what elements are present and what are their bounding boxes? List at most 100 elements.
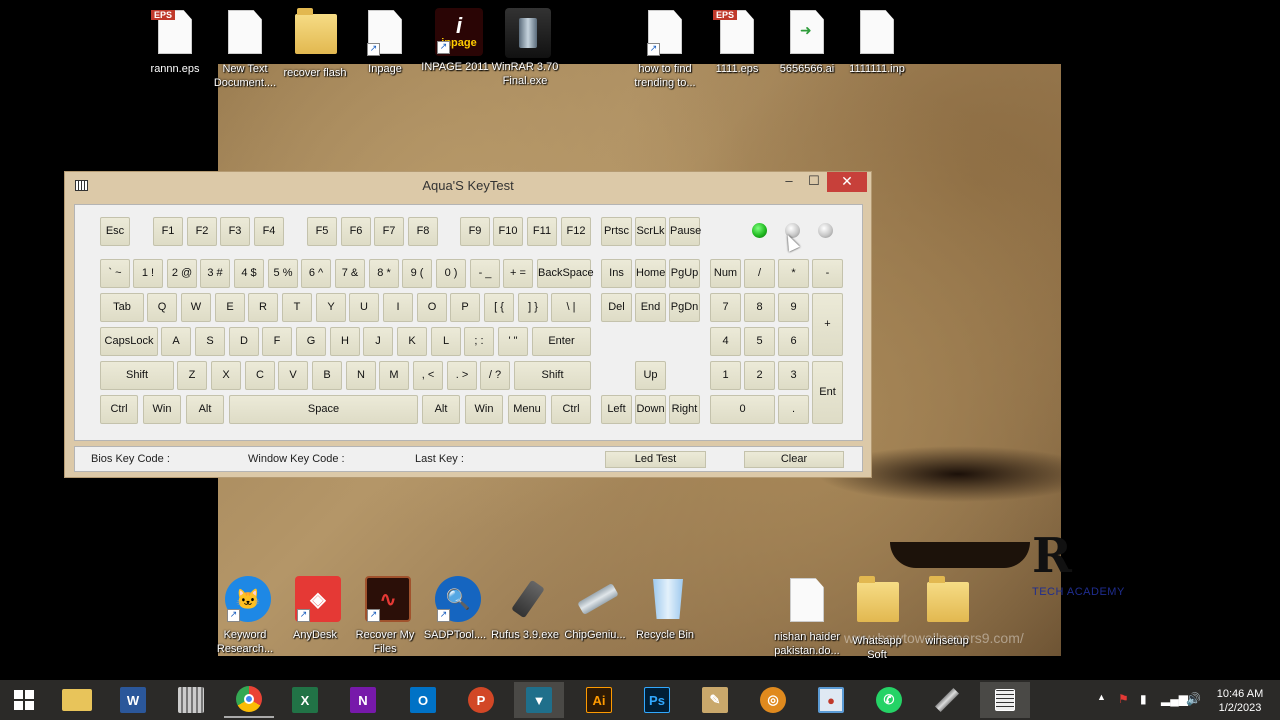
key-f9[interactable]: F9 [460,217,490,246]
key-numpad-minus[interactable]: - [812,259,843,288]
key-f4[interactable]: F4 [254,217,284,246]
key-o[interactable]: O [417,293,447,322]
key-numpad-enter[interactable]: Ent [812,361,843,424]
taskbar-powerpoint[interactable]: P [456,682,506,718]
key-k[interactable]: K [397,327,427,356]
taskbar-outlook[interactable]: O [398,682,448,718]
taskbar-keyboard-app[interactable] [166,682,216,718]
close-button[interactable]: ✕ [827,172,867,192]
key-enter[interactable]: Enter [532,327,591,356]
key-numlock[interactable]: Num [710,259,741,288]
taskbar-excel[interactable]: X [280,682,330,718]
key-z[interactable]: Z [177,361,207,390]
key-numpad-6[interactable]: 6 [778,327,809,356]
key-numpad-plus[interactable]: + [812,293,843,356]
desktop-icon-inpage[interactable]: ↗ Inpage [349,8,421,76]
key-grave[interactable]: ` ~ [100,259,130,288]
key-right-ctrl[interactable]: Ctrl [551,395,591,424]
key-capslock[interactable]: CapsLock [100,327,158,356]
key-2[interactable]: 2 @ [167,259,197,288]
key-n[interactable]: N [346,361,376,390]
key-f10[interactable]: F10 [493,217,523,246]
key-5[interactable]: 5 % [268,259,298,288]
key-period[interactable]: . > [447,361,477,390]
key-equal[interactable]: + = [503,259,533,288]
key-numpad-2[interactable]: 2 [744,361,775,390]
clear-button[interactable]: Clear [744,451,844,468]
key-ins[interactable]: Ins [601,259,632,288]
key-del[interactable]: Del [601,293,632,322]
desktop-icon-inpage-2011[interactable]: i inpage ↗ INPAGE 2011 [419,8,491,74]
taskbar-burner[interactable]: ◎ [748,682,798,718]
taskbar-usb-tool[interactable] [922,682,972,718]
key-numpad-4[interactable]: 4 [710,327,741,356]
minimize-button[interactable]: – [778,172,800,192]
key-s[interactable]: S [195,327,225,356]
key-right-shift[interactable]: Shift [514,361,591,390]
key-l[interactable]: L [431,327,461,356]
show-hidden-icons-button[interactable]: ▲ [1097,692,1106,702]
key-comma[interactable]: , < [413,361,443,390]
desktop-icon-how-to-find-trending[interactable]: ↗ how to find trending to... [629,8,701,90]
desktop-icon-new-text-document[interactable]: New Text Document.... [209,8,281,90]
key-left-alt[interactable]: Alt [186,395,224,424]
key-minus[interactable]: - _ [470,259,500,288]
key-f8[interactable]: F8 [408,217,438,246]
key-f7[interactable]: F7 [374,217,404,246]
key-g[interactable]: G [296,327,326,356]
network-icon[interactable]: ▂▄▆ [1161,692,1188,706]
key-4[interactable]: 4 $ [234,259,264,288]
key-f1[interactable]: F1 [153,217,183,246]
key-numpad-9[interactable]: 9 [778,293,809,322]
notification-flag-icon[interactable]: ⚑ [1118,692,1129,706]
desktop-icon-rannn-eps[interactable]: EPS rannn.eps [139,8,211,76]
key-space[interactable]: Space [229,395,418,424]
key-f6[interactable]: F6 [341,217,371,246]
key-7[interactable]: 7 & [335,259,365,288]
key-backslash[interactable]: \ | [551,293,591,322]
key-3[interactable]: 3 # [200,259,230,288]
taskbar-chrome[interactable] [224,682,274,718]
key-t[interactable]: T [282,293,312,322]
key-quote[interactable]: ' " [498,327,528,356]
key-arrow-left[interactable]: Left [601,395,632,424]
key-8[interactable]: 8 * [369,259,399,288]
key-numpad-multiply[interactable]: * [778,259,809,288]
key-scrlk[interactable]: ScrLk [635,217,666,246]
key-pgup[interactable]: PgUp [669,259,700,288]
key-menu[interactable]: Menu [508,395,546,424]
key-q[interactable]: Q [147,293,177,322]
key-numpad-0[interactable]: 0 [710,395,775,424]
taskbar-word[interactable]: W [108,682,158,718]
key-right-win[interactable]: Win [465,395,503,424]
volume-icon[interactable]: 🔊 [1186,692,1201,706]
key-pause[interactable]: Pause [669,217,701,246]
battery-icon[interactable]: ▮ [1140,692,1147,706]
taskbar-illustrator[interactable]: Ai [574,682,624,718]
maximize-button[interactable]: ☐ [803,172,825,192]
key-tab[interactable]: Tab [100,293,144,322]
key-semicolon[interactable]: ; : [464,327,494,356]
key-left-win[interactable]: Win [143,395,181,424]
key-arrow-right[interactable]: Right [669,395,700,424]
key-w[interactable]: W [181,293,211,322]
desktop-icon-recover-my-files[interactable]: ∿ ↗ Recover My Files [349,576,421,656]
desktop-icon-nishan-haider-doc[interactable]: nishan haider pakistan.do... [771,576,843,658]
key-right-alt[interactable]: Alt [422,395,460,424]
key-numpad-8[interactable]: 8 [744,293,775,322]
key-u[interactable]: U [349,293,379,322]
title-bar[interactable]: Aqua'S KeyTest – ☐ ✕ [65,172,871,200]
key-1[interactable]: 1 ! [133,259,163,288]
key-f[interactable]: F [262,327,292,356]
key-prtsc[interactable]: Prtsc [601,217,632,246]
key-left-bracket[interactable]: [ { [484,293,514,322]
key-e[interactable]: E [215,293,245,322]
taskbar-keytest[interactable] [980,682,1030,718]
key-right-bracket[interactable]: ] } [518,293,548,322]
key-left-shift[interactable]: Shift [100,361,174,390]
key-f11[interactable]: F11 [527,217,557,246]
key-arrow-down[interactable]: Down [635,395,666,424]
desktop-icon-sadptool[interactable]: 🔍 ↗ SADPTool.... [419,576,491,642]
taskbar-installer[interactable]: ✎ [690,682,740,718]
key-left-ctrl[interactable]: Ctrl [100,395,138,424]
